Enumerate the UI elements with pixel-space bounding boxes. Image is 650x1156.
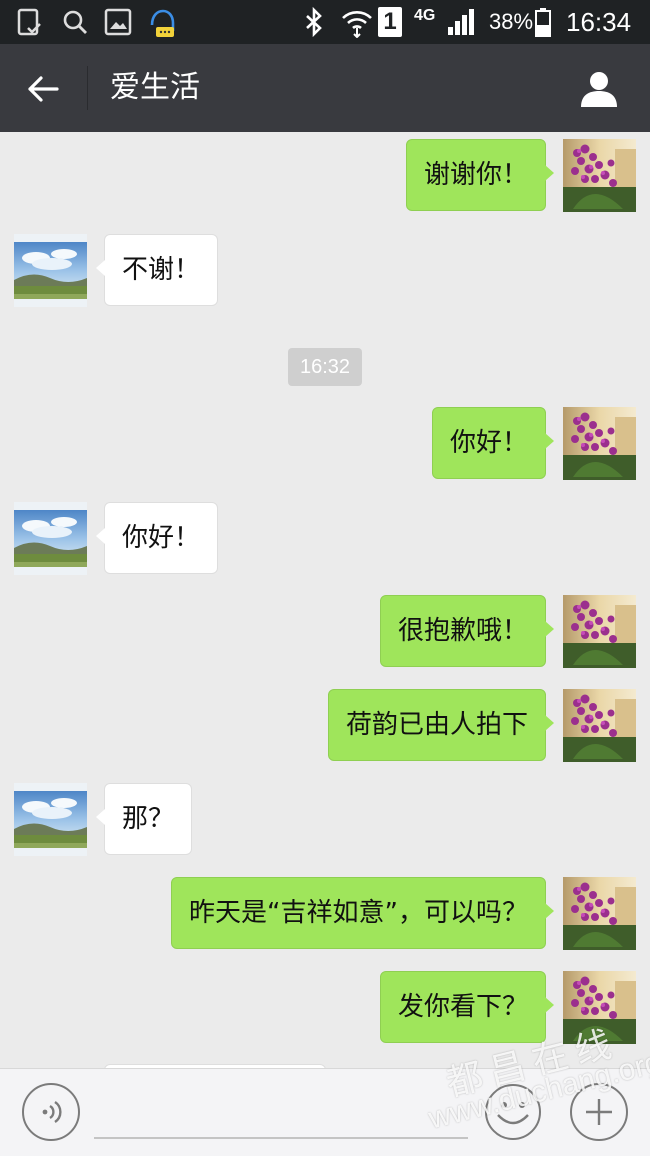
signal-icon <box>446 0 478 44</box>
message-bubble-sent[interactable]: 昨天是“吉祥如意”，可以吗？ <box>171 877 554 949</box>
voice-icon <box>42 1101 62 1123</box>
message-text: 你好！ <box>122 523 201 553</box>
message-text: 谢谢你！ <box>423 160 528 190</box>
my-avatar[interactable] <box>563 689 636 762</box>
emoji-button[interactable] <box>484 1083 542 1141</box>
message-input[interactable] <box>94 1085 468 1139</box>
message-bubble-sent[interactable]: 荷韵已由人拍下 <box>327 689 555 761</box>
assistant-icon <box>146 0 178 44</box>
battery-icon <box>534 0 552 44</box>
bluetooth-icon <box>302 0 326 44</box>
contact-avatar[interactable] <box>14 234 87 307</box>
message-text: 荷韵已由人拍下 <box>345 710 528 740</box>
message-text: 你好！ <box>449 428 528 458</box>
contact-avatar[interactable] <box>14 502 87 575</box>
my-avatar[interactable] <box>563 877 636 950</box>
my-avatar[interactable] <box>563 595 636 668</box>
message-text: 很抱歉哦！ <box>397 616 528 646</box>
search-icon <box>60 0 90 44</box>
message-bubble-received[interactable]: 那？ <box>95 783 193 855</box>
message-bubble-sent[interactable]: 谢谢你！ <box>405 139 555 211</box>
chat-area[interactable]: 谢谢你！ 不谢！ 16:32 你好！ 你好！ 很抱歉哦！ 荷韵已由人拍下 那？ … <box>0 132 650 1068</box>
emoji-icon <box>485 1084 541 1140</box>
chat-title: 爱生活 <box>110 70 200 105</box>
timestamp-badge: 16:32 <box>288 348 362 386</box>
my-avatar[interactable] <box>563 139 636 212</box>
input-bar <box>0 1068 650 1156</box>
status-bar: 1 4G 38% 16:34 <box>0 0 650 44</box>
contact-avatar[interactable] <box>14 783 87 856</box>
network-type: 4G <box>414 7 436 24</box>
wifi-icon <box>340 0 374 44</box>
message-text: 昨天是“吉祥如意”，可以吗？ <box>189 898 528 928</box>
message-bubble-sent[interactable]: 发你看下？ <box>379 971 555 1043</box>
more-button[interactable] <box>570 1083 628 1141</box>
my-avatar[interactable] <box>563 407 636 480</box>
title-divider <box>87 66 88 110</box>
clock: 16:34 <box>566 6 632 37</box>
message-bubble-received[interactable]: 你好！ <box>95 502 219 574</box>
title-bar: 爱生活 <box>0 44 650 132</box>
person-icon <box>581 72 617 107</box>
message-text: 那？ <box>122 804 175 834</box>
plus-icon <box>586 1099 612 1125</box>
message-text: 发你看下？ <box>397 992 528 1022</box>
back-button[interactable] <box>22 68 64 110</box>
voice-button[interactable] <box>22 1083 80 1141</box>
arrow-left-icon <box>28 76 59 102</box>
message-bubble-sent[interactable]: 你好！ <box>431 407 555 479</box>
sim-1-badge: 1 <box>378 0 402 44</box>
gallery-icon <box>104 0 132 44</box>
battery-percent: 38% <box>489 9 534 34</box>
message-text: 不谢！ <box>122 255 201 285</box>
my-avatar[interactable] <box>563 971 636 1044</box>
sim-card-icon <box>16 0 44 44</box>
profile-button[interactable] <box>576 66 622 112</box>
message-bubble-sent[interactable]: 很抱歉哦！ <box>379 595 555 667</box>
message-bubble-received[interactable]: 不谢！ <box>95 234 219 306</box>
